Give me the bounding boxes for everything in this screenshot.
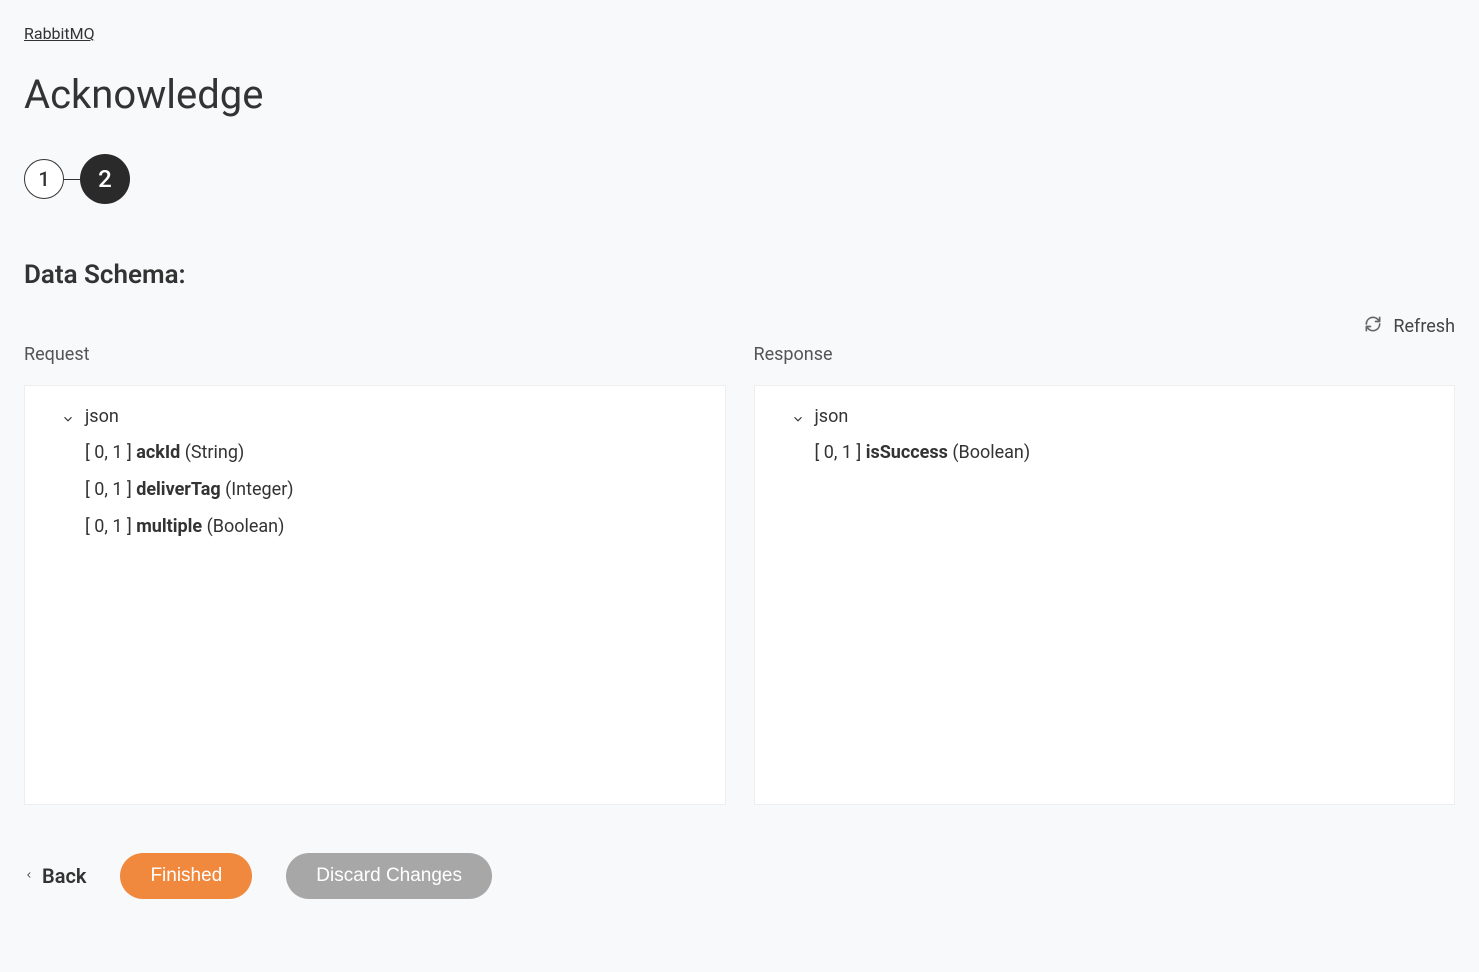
field-cardinality: [ 0, 1 ] — [85, 442, 132, 463]
step-1[interactable]: 1 — [24, 159, 64, 199]
request-root-label: json — [85, 406, 119, 427]
stepper: 1 2 — [24, 154, 1455, 204]
request-fields: [ 0, 1 ] ackId (String) [ 0, 1 ] deliver… — [61, 439, 689, 541]
field-name: multiple — [136, 516, 202, 537]
request-json-root[interactable]: json — [61, 406, 689, 427]
response-title: Response — [754, 344, 1456, 365]
response-root-label: json — [815, 406, 849, 427]
back-label: Back — [42, 864, 86, 888]
refresh-button[interactable]: Refresh — [24, 314, 1455, 338]
section-title: Data Schema: — [24, 260, 1455, 290]
request-title: Request — [24, 344, 726, 365]
response-column: Response json [ 0, 1 ] isSuccess (Boolea… — [754, 344, 1456, 805]
field-type: (String) — [185, 442, 245, 463]
step-connector — [64, 179, 80, 180]
response-fields: [ 0, 1 ] isSuccess (Boolean) — [791, 439, 1419, 468]
field-cardinality: [ 0, 1 ] — [815, 442, 862, 463]
request-column: Request json [ 0, 1 ] ackId (String) [ 0… — [24, 344, 726, 805]
field-type: (Boolean) — [952, 442, 1030, 463]
finished-button[interactable]: Finished — [120, 853, 252, 899]
request-field: [ 0, 1 ] multiple (Boolean) — [85, 513, 689, 542]
breadcrumb-link[interactable]: RabbitMQ — [24, 24, 95, 43]
footer-actions: Back Finished Discard Changes — [24, 853, 1455, 899]
refresh-label: Refresh — [1393, 316, 1455, 337]
request-field: [ 0, 1 ] ackId (String) — [85, 439, 689, 468]
chevron-left-icon — [24, 867, 34, 886]
step-2[interactable]: 2 — [80, 154, 130, 204]
field-cardinality: [ 0, 1 ] — [85, 516, 132, 537]
field-cardinality: [ 0, 1 ] — [85, 479, 132, 500]
field-type: (Boolean) — [207, 516, 285, 537]
discard-changes-button[interactable]: Discard Changes — [286, 853, 492, 899]
chevron-down-icon — [61, 410, 75, 424]
back-button[interactable]: Back — [24, 864, 86, 888]
field-type: (Integer) — [225, 479, 293, 500]
field-name: ackId — [136, 442, 180, 463]
request-panel: json [ 0, 1 ] ackId (String) [ 0, 1 ] de… — [24, 385, 726, 805]
refresh-icon — [1363, 314, 1383, 338]
request-field: [ 0, 1 ] deliverTag (Integer) — [85, 476, 689, 505]
field-name: deliverTag — [136, 479, 220, 500]
page-title: Acknowledge — [24, 71, 1455, 118]
response-json-root[interactable]: json — [791, 406, 1419, 427]
response-panel: json [ 0, 1 ] isSuccess (Boolean) — [754, 385, 1456, 805]
response-field: [ 0, 1 ] isSuccess (Boolean) — [815, 439, 1419, 468]
field-name: isSuccess — [866, 442, 948, 463]
chevron-down-icon — [791, 410, 805, 424]
